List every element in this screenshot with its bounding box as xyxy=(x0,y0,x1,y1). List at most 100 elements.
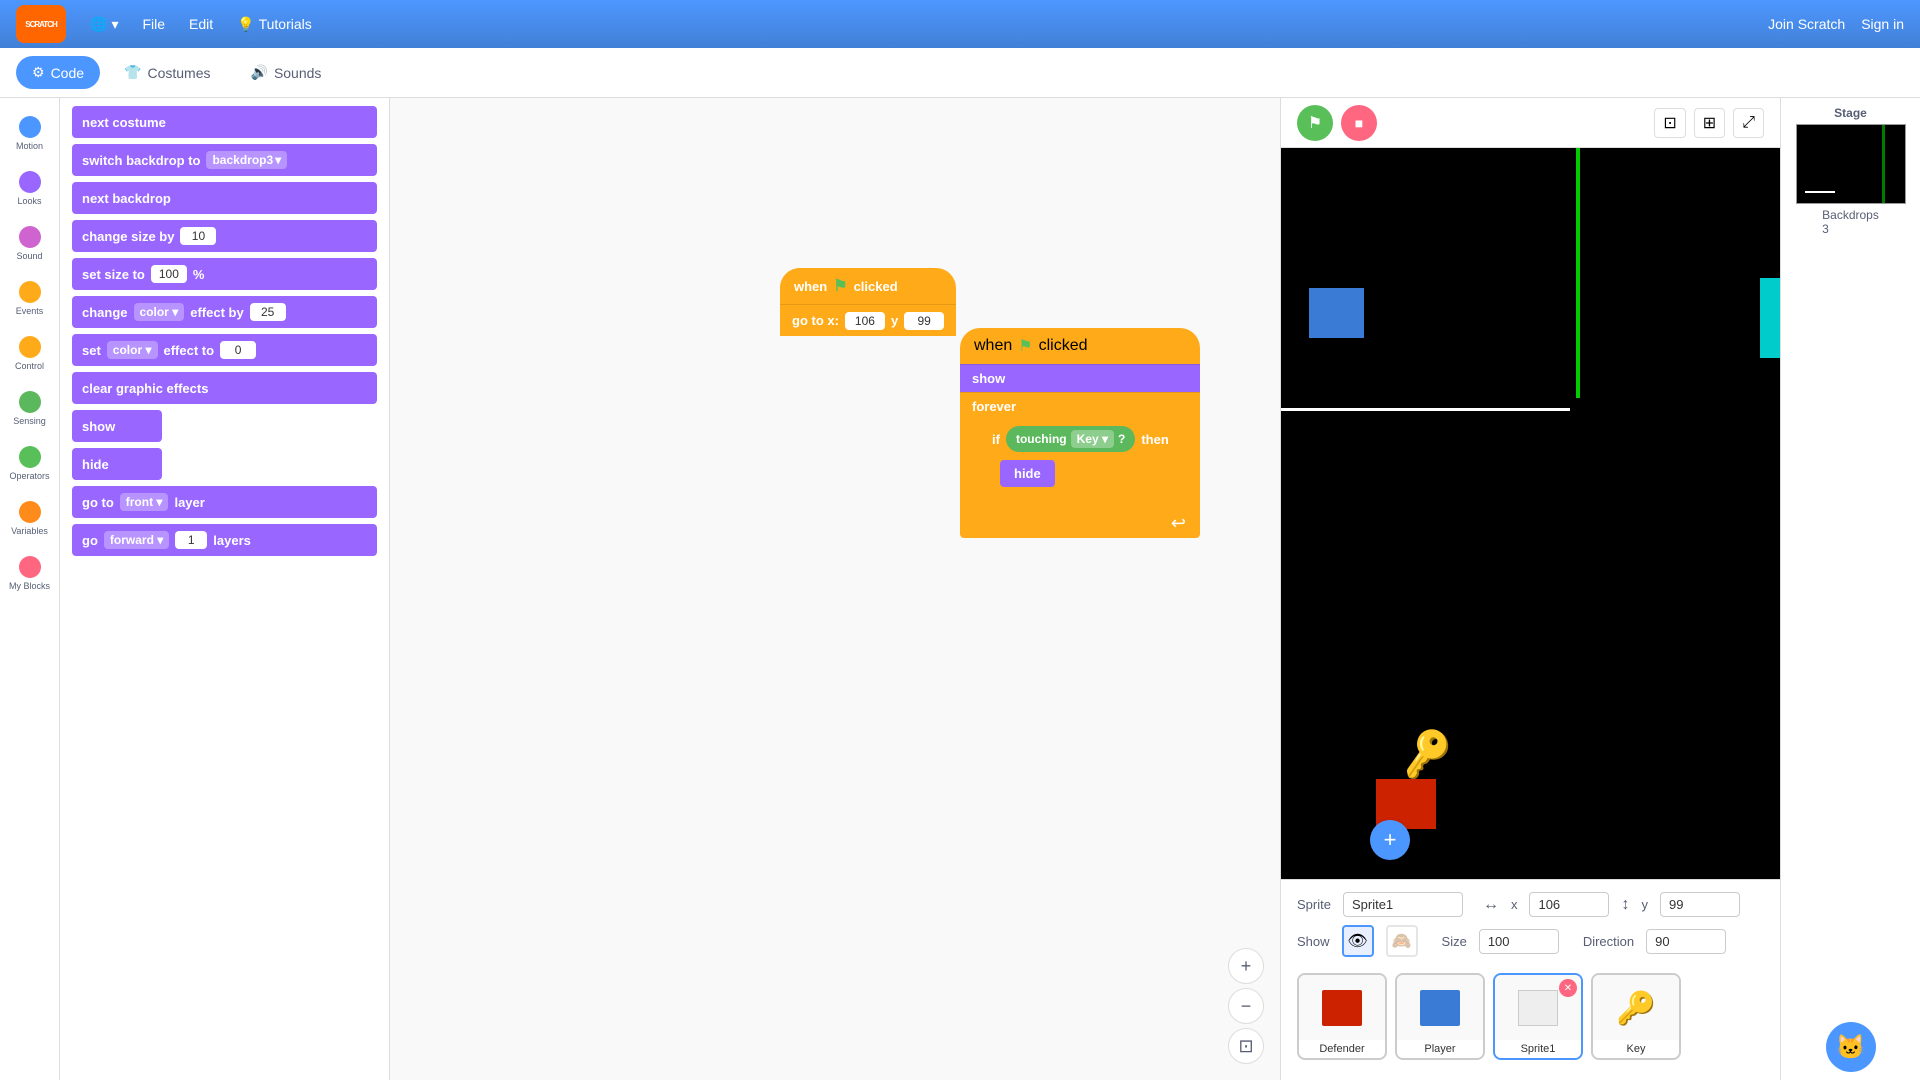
block-set-color-effect[interactable]: set color ▾ effect to xyxy=(72,334,377,366)
tabbar: ⚙ Code 👕 Costumes 🔊 Sounds xyxy=(0,48,1920,98)
join-button[interactable]: Join Scratch xyxy=(1768,16,1845,32)
sounds-icon: 🔊 xyxy=(251,64,268,81)
stage-right-panel: Stage Backdrops 3 🐱 xyxy=(1780,98,1920,1080)
stage-canvas: 🔑 xyxy=(1281,148,1780,879)
edit-menu[interactable]: Edit xyxy=(189,16,213,32)
category-bar: Motion Looks Sound Events Control Sensin… xyxy=(0,98,60,1080)
key-dropdown[interactable]: Key ▾ xyxy=(1071,430,1114,448)
block-go-to-layer[interactable]: go to front ▾ layer xyxy=(72,486,377,518)
add-sprite-button[interactable]: + xyxy=(1370,820,1410,860)
zoom-in-button[interactable]: + xyxy=(1228,948,1264,984)
category-motion[interactable]: Motion xyxy=(0,106,59,161)
y-value-input[interactable] xyxy=(1660,892,1740,917)
category-sound[interactable]: Sound xyxy=(0,216,59,271)
stage-label: Stage xyxy=(1834,106,1867,120)
sprite-card-key-name: Key xyxy=(1593,1040,1679,1058)
green-flag-button[interactable]: ⚑ xyxy=(1297,105,1333,141)
block-set-size[interactable]: set size to % xyxy=(72,258,377,290)
stop-button[interactable]: ■ xyxy=(1341,105,1377,141)
category-sensing[interactable]: Sensing xyxy=(0,381,59,436)
stage-panel: ⚑ ■ ⊡ ⊞ ⤢ 🔑 xyxy=(1280,98,1780,1080)
y-label: y xyxy=(1641,897,1648,912)
scratch-logo[interactable]: SCRATCH xyxy=(16,5,66,43)
add-backdrop-button[interactable]: 🐱 xyxy=(1826,1022,1876,1072)
topbar: SCRATCH 🌐 ▾ File Edit 💡 Tutorials Join S… xyxy=(0,0,1920,48)
category-looks[interactable]: Looks xyxy=(0,161,59,216)
set-size-input[interactable] xyxy=(151,265,187,283)
block-go-forward[interactable]: go forward ▾ layers xyxy=(72,524,377,556)
backdrop-dropdown[interactable]: backdrop3 ▾ xyxy=(206,151,287,169)
tab-costumes[interactable]: 👕 Costumes xyxy=(108,56,226,89)
globe-button[interactable]: 🌐 ▾ xyxy=(90,16,118,33)
category-events[interactable]: Events xyxy=(0,271,59,326)
sign-in-button[interactable]: Sign in xyxy=(1861,16,1904,32)
then-label: then xyxy=(1141,432,1168,447)
block-show[interactable]: show xyxy=(72,410,162,442)
front-back-dropdown[interactable]: front ▾ xyxy=(120,493,169,511)
size-label: Size xyxy=(1442,934,1467,949)
show-visible-button[interactable]: 👁 xyxy=(1342,925,1374,957)
if-label: if xyxy=(992,432,1000,447)
flag-icon-1: ⚑ xyxy=(833,276,847,296)
category-variables[interactable]: Variables xyxy=(0,491,59,546)
zoom-fit-button[interactable]: ⊡ xyxy=(1228,1028,1264,1064)
block-next-backdrop[interactable]: next backdrop xyxy=(72,182,377,214)
category-control[interactable]: Control xyxy=(0,326,59,381)
sprite-name-input[interactable] xyxy=(1343,892,1463,917)
category-myblocks[interactable]: My Blocks xyxy=(0,546,59,601)
sprite-card-player[interactable]: Player xyxy=(1395,973,1485,1060)
category-operators[interactable]: Operators xyxy=(0,436,59,491)
show-label: Show xyxy=(1297,934,1330,949)
nav-right: Join Scratch Sign in xyxy=(1768,16,1904,32)
tab-code[interactable]: ⚙ Code xyxy=(16,56,100,89)
color-effect-input[interactable] xyxy=(250,303,286,321)
stop-icon: ■ xyxy=(1355,115,1363,131)
color-effect-dropdown[interactable]: color ▾ xyxy=(134,303,185,321)
x-value-input[interactable] xyxy=(1529,892,1609,917)
set-effect-input[interactable] xyxy=(220,341,256,359)
sprite-card-sprite1-name: Sprite1 xyxy=(1495,1040,1581,1058)
y-input[interactable] xyxy=(904,312,944,330)
block-next-costume[interactable]: next costume xyxy=(72,106,377,138)
script-1: when ⚑ clicked go to x: y xyxy=(780,268,956,336)
stage-thumbnail[interactable] xyxy=(1796,124,1906,204)
x-input[interactable] xyxy=(845,312,885,330)
sprite-card-sprite1[interactable]: ✕ Sprite1 xyxy=(1493,973,1583,1060)
sprite-card-key[interactable]: 🔑 Key xyxy=(1591,973,1681,1060)
flag-icon: ⚑ xyxy=(1308,113,1322,133)
sprite-card-defender[interactable]: Defender xyxy=(1297,973,1387,1060)
zoom-out-button[interactable]: − xyxy=(1228,988,1264,1024)
block-switch-backdrop[interactable]: switch backdrop to backdrop3 ▾ xyxy=(72,144,377,176)
sprite-label: Sprite xyxy=(1297,897,1331,912)
backdrops-label: Backdrops 3 xyxy=(1822,208,1879,236)
tutorials-button[interactable]: 💡 Tutorials xyxy=(237,16,312,33)
direction-input[interactable] xyxy=(1646,929,1726,954)
set-color-dropdown[interactable]: color ▾ xyxy=(107,341,158,359)
block-change-size[interactable]: change size by xyxy=(72,220,377,252)
sprite-list: Defender Player ✕ xyxy=(1297,965,1764,1068)
code-area: when ⚑ clicked go to x: y xyxy=(390,98,1280,1080)
forward-back-dropdown[interactable]: forward ▾ xyxy=(104,531,169,549)
direction-label: Direction xyxy=(1583,934,1634,949)
flag-icon-2: ⚑ xyxy=(1018,336,1032,356)
file-menu[interactable]: File xyxy=(142,16,165,32)
layers-input[interactable] xyxy=(175,531,207,549)
script-2: when ⚑ clicked show forever xyxy=(960,328,1200,538)
x-label: x xyxy=(1511,897,1518,912)
small-stage-button[interactable]: ⊡ xyxy=(1654,108,1685,138)
loop-arrow: ↩ xyxy=(1171,513,1186,534)
show-hidden-button[interactable]: 🙈 xyxy=(1386,925,1418,957)
block-hide[interactable]: hide xyxy=(72,448,162,480)
scene-white-line xyxy=(1281,408,1570,411)
change-size-input[interactable] xyxy=(180,227,216,245)
fullscreen-button[interactable]: ⤢ xyxy=(1733,108,1764,138)
large-stage-button[interactable]: ⊞ xyxy=(1694,108,1725,138)
sprite-info-panel: Sprite ↔ x ↕ y Show 👁 🙈 Size Direction xyxy=(1281,879,1780,1080)
size-input[interactable] xyxy=(1479,929,1559,954)
sprite1-delete-button[interactable]: ✕ xyxy=(1559,979,1577,997)
block-clear-effects[interactable]: clear graphic effects xyxy=(72,372,377,404)
block-change-color-effect[interactable]: change color ▾ effect by xyxy=(72,296,377,328)
forever-label: forever xyxy=(972,399,1016,414)
hide-block: hide xyxy=(1014,466,1041,481)
tab-sounds[interactable]: 🔊 Sounds xyxy=(235,56,338,89)
